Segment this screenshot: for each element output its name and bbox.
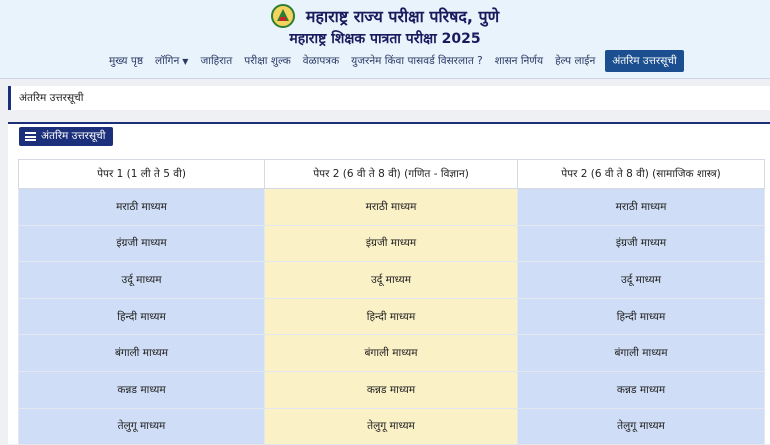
table-row: इंग्रजी माध्यम इंग्रजी माध्यम इंग्रजी मा… (18, 224, 765, 263)
main-nav: मुख्य पृष्ठ लॉगिन ▼ जाहिरात परीक्षा शुल्क… (103, 50, 684, 72)
medium-link[interactable]: तेलुगू माध्यम (18, 407, 265, 445)
brand-row: महाराष्ट्र राज्य परीक्षा परिषद, पुणे (0, 4, 770, 28)
medium-link[interactable]: हिन्दी माध्यम (264, 297, 518, 336)
nav-home[interactable]: मुख्य पृष्ठ (103, 50, 149, 72)
medium-link[interactable]: इंग्रजी माध्यम (264, 224, 518, 263)
table-row: बंगाली माध्यम बंगाली माध्यम बंगाली माध्य… (18, 334, 765, 372)
medium-link[interactable]: उर्दू माध्यम (517, 261, 765, 299)
table-header-row: पेपर 1 (1 ली ते 5 वी) पेपर 2 (6 वी ते 8 … (18, 159, 765, 189)
medium-link[interactable]: उर्दू माध्यम (18, 261, 265, 299)
nav-helpline[interactable]: हेल्प लाईन (549, 50, 601, 72)
medium-link[interactable]: बंगाली माध्यम (517, 334, 765, 372)
medium-link[interactable]: तेलुगू माध्यम (264, 407, 518, 445)
table-row: हिन्दी माध्यम हिन्दी माध्यम हिन्दी माध्य… (18, 297, 765, 336)
table-row: मराठी माध्यम मराठी माध्यम मराठी माध्यम (18, 188, 765, 226)
breadcrumb-label: अंतरिम उत्तरसूची (19, 92, 84, 104)
nav-login-dropdown[interactable]: लॉगिन ▼ (149, 50, 194, 72)
medium-link[interactable]: बंगाली माध्यम (264, 334, 518, 372)
breadcrumb: अंतरिम उत्तरसूची (8, 86, 770, 110)
medium-link[interactable]: मराठी माध्यम (18, 188, 265, 226)
medium-link[interactable]: उर्दू माध्यम (264, 261, 518, 299)
nav-interim-answer-key[interactable]: अंतरिम उत्तरसूची (605, 50, 684, 72)
medium-link[interactable]: हिन्दी माध्यम (18, 297, 265, 336)
medium-link[interactable]: इंग्रजी माध्यम (517, 224, 765, 263)
table-row: उर्दू माध्यम उर्दू माध्यम उर्दू माध्यम (18, 261, 765, 299)
column-header-paper2-social-science: पेपर 2 (6 वी ते 8 वी) (सामाजिक शास्त्र) (517, 159, 765, 189)
table-row: तेलुगू माध्यम तेलुगू माध्यम तेलुगू माध्य… (18, 407, 765, 445)
medium-link[interactable]: कन्नड माध्यम (517, 370, 765, 409)
org-title: महाराष्ट्र राज्य परीक्षा परिषद, पुणे (305, 7, 500, 26)
nav-forgot-credentials[interactable]: युजरनेम किंवा पासवर्ड विसरलात ? (345, 50, 489, 72)
medium-link[interactable]: इंग्रजी माध्यम (18, 224, 265, 263)
medium-link[interactable]: हिन्दी माध्यम (517, 297, 765, 336)
list-icon (25, 132, 36, 141)
answer-key-button-label: अंतरिम उत्तरसूची (41, 130, 106, 142)
nav-advertisement[interactable]: जाहिरात (194, 50, 238, 72)
site-header: महाराष्ट्र राज्य परीक्षा परिषद, पुणे महा… (0, 0, 770, 79)
table-row: कन्नड माध्यम कन्नड माध्यम कन्नड माध्यम (18, 370, 765, 409)
exam-title: महाराष्ट्र शिक्षक पात्रता परीक्षा 2025 (289, 31, 481, 47)
medium-link[interactable]: बंगाली माध्यम (18, 334, 265, 372)
medium-link[interactable]: कन्नड माध्यम (264, 370, 518, 409)
nav-govt-resolution[interactable]: शासन निर्णय (489, 50, 549, 72)
column-header-paper2-math-science: पेपर 2 (6 वी ते 8 वी) (गणित - विज्ञान) (264, 159, 518, 189)
medium-link[interactable]: मराठी माध्यम (264, 188, 518, 226)
medium-link[interactable]: मराठी माध्यम (517, 188, 765, 226)
answer-key-button[interactable]: अंतरिम उत्तरसूची (19, 127, 114, 146)
column-header-paper1: पेपर 1 (1 ली ते 5 वी) (18, 159, 265, 189)
answer-key-table: पेपर 1 (1 ली ते 5 वी) पेपर 2 (6 वी ते 8 … (18, 159, 765, 445)
medium-link[interactable]: कन्नड माध्यम (18, 370, 265, 409)
answer-key-panel: अंतरिम उत्तरसूची पेपर 1 (1 ली ते 5 वी) प… (8, 122, 770, 445)
nav-exam-fee[interactable]: परीक्षा शुल्क (238, 50, 297, 72)
emblem-logo-icon (270, 4, 295, 28)
medium-link[interactable]: तेलुगू माध्यम (517, 407, 765, 445)
caret-down-icon: ▼ (182, 57, 189, 66)
nav-schedule[interactable]: वेळापत्रक (297, 50, 345, 72)
